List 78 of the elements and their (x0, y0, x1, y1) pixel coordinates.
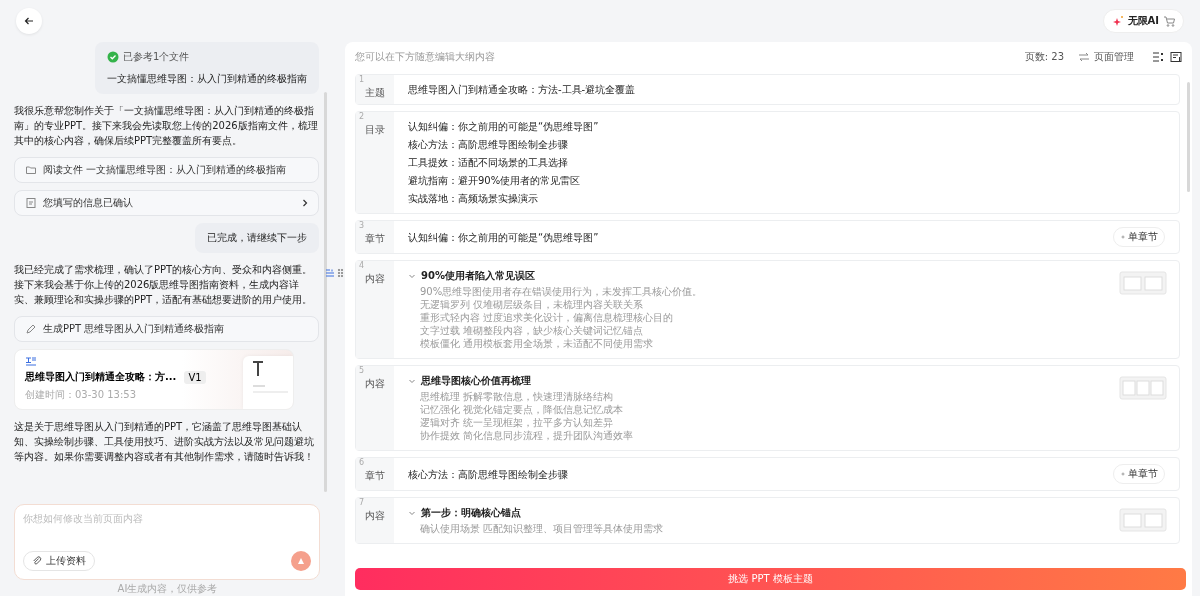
slide-number: 2 (359, 112, 365, 121)
toc-entry: 实战落地：高频场景实操演示 (408, 192, 539, 205)
scrollbar[interactable] (1187, 82, 1190, 192)
content-line: 确认使用场景 匹配知识整理、项目管理等具体使用需求 (419, 522, 665, 535)
single-chapter-button[interactable]: 单章节 (1113, 227, 1165, 247)
assistant-message: 我很乐意帮您制作关于「一文搞懂思维导图：从入门到精通的终极指南」的专业PPT。接下来我会先读取您上传的2026版指南文件，梳理其中的核心内容，确保后续PPT完整覆盖所有要点。 (14, 104, 319, 148)
slide-number: 3 (359, 221, 365, 230)
slide-number: 1 (359, 75, 365, 84)
folder-icon (25, 164, 37, 176)
back-button[interactable] (16, 8, 42, 34)
slide-thumbnail-drawing[interactable] (1119, 376, 1167, 400)
content-heading: 思维导图核心价值再梳理 (421, 374, 531, 387)
content-line: 模板僵化 通用模板套用全场景，未适配不同使用需求 (419, 337, 655, 350)
content-line: 记忆强化 视觉化锚定要点，降低信息记忆成本 (419, 403, 625, 416)
content-heading: 第一步：明确核心锚点 (421, 506, 521, 519)
send-button[interactable] (291, 551, 311, 571)
assistant-message: 我已经完成了需求梳理，确认了PPT的核心方向、受众和内容侧重。接下来我会基于你上传的2026版思维导图指南资料，生成内容详实、兼顾理论和实操步骤的PPT，适配有基础想要进阶的用户使用。 (14, 263, 314, 307)
content-line: 重形式轻内容 过度追求美化设计，偏离信息梳理核心目的 (419, 311, 675, 324)
paperclip-icon (32, 556, 42, 566)
slide-thumbnail-drawing[interactable] (1119, 508, 1167, 532)
chapter-title: 核心方法：高阶思维导图绘制全步骤 (408, 467, 568, 481)
slide-type-label: 3 章节 (356, 221, 394, 253)
slide-title: 思维导图入门到精通全攻略：方法-工具-避坑全覆盖 (408, 83, 637, 96)
form-icon (25, 197, 37, 209)
slide-number: 4 (359, 261, 365, 270)
content-line: 思维梳理 拆解零散信息，快速理清脉络结构 (419, 390, 615, 403)
check-circle-icon (107, 51, 119, 63)
slide-type-label: 1 主题 (356, 75, 394, 104)
toc-entry: 避坑指南：避开90%使用者的常见雷区 (408, 174, 582, 187)
slide-type-label: 5 内容 (356, 366, 394, 450)
list-download-icon (1170, 51, 1182, 63)
list-collapse-icon (1152, 51, 1164, 63)
action-step[interactable]: 阅读文件 一文搞懂思维导图：从入门到精通的终极指南 (14, 157, 319, 183)
file-reference-status: 已参考1个文件 (123, 50, 190, 64)
action-step[interactable]: 您填写的信息已确认 (14, 190, 319, 216)
slide-thumbnail-drawing[interactable] (1119, 271, 1167, 295)
document-card[interactable]: 思维导图入门到精通全攻略：方... V1 创建时间：03-30 13:53 (14, 349, 294, 410)
content-line: 协作提效 简化信息同步流程，提升团队沟通效率 (419, 429, 635, 442)
toc-entry: 认知纠偏：你之前用的可能是“伪思维导图” (408, 120, 600, 133)
disclaimer: AI生成内容，仅供参考 (116, 582, 219, 596)
content-heading: 90%使用者陷入常见误区 (421, 269, 535, 282)
content-line: 无逻辑罗列 仅堆砌层级条目，未梳理内容关联关系 (419, 298, 645, 311)
created-time: 创建时间：03-30 13:53 (25, 388, 138, 402)
document-title: 思维导图入门到精通全攻略：方... (25, 370, 177, 384)
slide-number: 6 (359, 458, 365, 467)
edit-hint: 您可以在下方随意编辑大纲内容 (355, 50, 495, 64)
page-manage-button[interactable]: 页面管理 (1078, 50, 1134, 64)
assistant-message: 这是关于思维导图从入门到精通的PPT，它涵盖了思维导图基础认知、实操绘制步骤、工具使用技巧、进阶实战方法以及常见问题避坑等内容。如果你需要调整内容或者有其他制作需求，请随时告诉我！ (14, 420, 315, 464)
triangle-icon (297, 557, 305, 565)
export-button[interactable] (1170, 51, 1182, 63)
toc-entry: 工具提效：适配不同场景的工具选择 (408, 156, 569, 169)
user-message: 已完成，请继续下一步 (195, 223, 319, 253)
file-name: 一文搞懂思维导图：从入门到精通的终极指南 (107, 72, 307, 86)
page-count: 页数: 23 (1024, 50, 1064, 64)
collapse-all-button[interactable] (1152, 51, 1164, 63)
text-doc-icon (25, 356, 37, 366)
single-chapter-button[interactable]: 单章节 (1113, 464, 1165, 484)
content-line: 90%思维导图使用者存在错误使用行为，未发挥工具核心价值。 (419, 285, 704, 298)
upload-button[interactable]: 上传资料 (23, 551, 95, 571)
slide-number: 5 (359, 366, 365, 375)
swap-icon (1078, 51, 1090, 63)
chapter-title: 认知纠偏：你之前用的可能是“伪思维导图” (408, 230, 599, 244)
cart-icon (1163, 15, 1175, 27)
version-tag: V1 (184, 370, 206, 384)
slide-number: 7 (359, 498, 365, 507)
arrow-left-icon (24, 16, 34, 26)
drag-handle-icon (337, 268, 344, 278)
pen-icon (25, 323, 37, 335)
toc-entry: 核心方法：高阶思维导图绘制全步骤 (408, 138, 569, 151)
slide-type-label: 6 章节 (356, 458, 394, 490)
content-line: 文字过载 堆砌整段内容，缺少核心关键词记忆锚点 (419, 324, 645, 337)
upgrade-button[interactable]: 无限AI (1102, 9, 1184, 33)
slide-type-label: 2 目录 (356, 112, 394, 213)
action-step[interactable]: 生成PPT 思维导图从入门到精通终极指南 (14, 316, 319, 342)
slide-type-label: 7 内容 (356, 498, 394, 543)
outline-toggle-icon (325, 268, 335, 278)
slide-type-label: 4 内容 (356, 261, 394, 358)
chevron-right-icon (302, 199, 308, 207)
